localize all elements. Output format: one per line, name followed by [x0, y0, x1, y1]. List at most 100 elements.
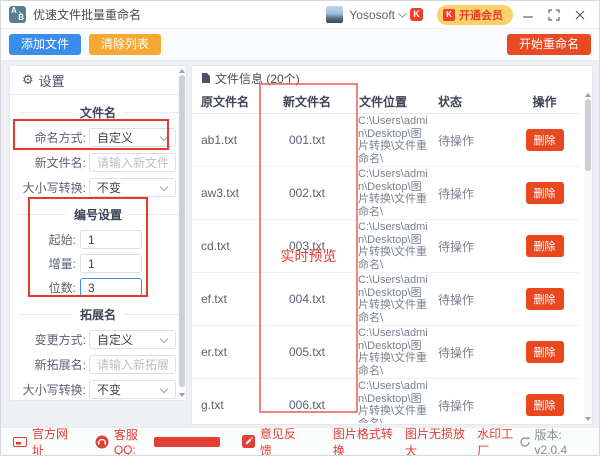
action-cell: 删除: [510, 341, 579, 363]
naming-method-select[interactable]: 自定义: [89, 128, 176, 147]
delete-button[interactable]: 删除: [526, 129, 564, 151]
website-icon: [13, 436, 27, 448]
table-row: ab1.txt 001.txt C:\Users\admin\Desktop\图…: [192, 114, 579, 167]
new-filename-input[interactable]: [89, 153, 176, 172]
extension-case-select[interactable]: 不变: [89, 380, 176, 399]
file-location-cell: C:\Users\admin\Desktop\图片转换\文件重命名\: [358, 273, 430, 325]
delete-button[interactable]: 删除: [526, 341, 564, 363]
feedback-link[interactable]: 意见反馈: [242, 425, 299, 456]
vip-mini-icon: K: [443, 9, 455, 21]
feedback-icon: [242, 435, 255, 448]
scroll-up-icon[interactable]: [179, 69, 185, 73]
increment-input[interactable]: [80, 254, 142, 273]
new-filename-row: 新文件名:: [16, 153, 176, 172]
chevron-down-icon[interactable]: [398, 9, 406, 17]
close-icon: [574, 9, 586, 21]
settings-sidebar: ⚙ 设置 文件名 命名方式: 自定义 新文件名: 大小写转换: 不变: [9, 65, 187, 401]
delete-button[interactable]: 删除: [526, 288, 564, 310]
status-cell: 待操作: [430, 344, 510, 361]
table-row: aw3.txt 002.txt C:\Users\admin\Desktop\图…: [192, 167, 579, 220]
panel-title-bar: 文件信息 (20个): [192, 66, 592, 90]
change-method-select[interactable]: 自定义: [89, 330, 176, 349]
close-button[interactable]: [569, 4, 591, 26]
add-files-button[interactable]: 添加文件: [9, 34, 81, 55]
status-cell: 待操作: [430, 397, 510, 414]
new-filename-cell: 002.txt: [256, 186, 358, 200]
file-location-cell: C:\Users\admin\Desktop\图片转换\文件重命名\: [358, 379, 430, 423]
divider: [18, 112, 72, 113]
redacted-qq-number: [154, 437, 219, 447]
toolbar: 添加文件 清除列表 开始重命名: [1, 29, 599, 61]
delete-button[interactable]: 删除: [526, 182, 564, 204]
col-original-name: 原文件名: [192, 93, 256, 110]
status-cell: 待操作: [430, 185, 510, 202]
filename-case-row: 大小写转换: 不变: [16, 178, 176, 197]
divider: [18, 314, 72, 315]
scroll-down-icon[interactable]: [179, 393, 185, 397]
numbering-section-title: 编号设置: [18, 206, 178, 223]
panel-title: 文件信息 (20个): [215, 70, 300, 87]
col-status: 状态: [430, 93, 510, 110]
headset-icon: [95, 435, 109, 449]
original-filename-cell: er.txt: [192, 345, 256, 359]
official-site-link[interactable]: 官方网址: [13, 425, 71, 456]
filename-case-select[interactable]: 不变: [89, 178, 176, 197]
maximize-icon: [548, 9, 560, 21]
app-logo-icon: A↘B: [9, 6, 26, 23]
status-cell: 待操作: [430, 132, 510, 149]
table-scrollbar[interactable]: [584, 91, 592, 423]
action-cell: 删除: [510, 182, 579, 204]
original-filename-cell: aw3.txt: [192, 186, 256, 200]
extension-section-title: 拓展名: [18, 306, 178, 323]
increment-label: 增量:: [42, 255, 76, 272]
start-number-label: 起始:: [42, 231, 76, 248]
scroll-up-icon[interactable]: [585, 93, 591, 97]
chevron-down-icon: [160, 133, 168, 141]
footer: 官方网址 客服QQ: 意见反馈 图片格式转换 图片无损放大 水印工厂 版本: v…: [1, 427, 599, 455]
new-filename-label: 新文件名:: [16, 154, 86, 171]
version-label: 版本: v2.0.4: [535, 426, 587, 456]
scroll-down-icon[interactable]: [585, 417, 591, 421]
start-number-input[interactable]: [80, 230, 142, 249]
original-filename-cell: cd.txt: [192, 239, 256, 253]
minimize-button[interactable]: [517, 4, 539, 26]
clear-list-button[interactable]: 清除列表: [89, 34, 161, 55]
format-convert-link[interactable]: 图片格式转换: [333, 425, 395, 456]
table-scroll-thumb[interactable]: [585, 99, 591, 171]
original-filename-cell: ab1.txt: [192, 133, 256, 147]
table-header-row: 原文件名 新文件名 文件位置 状态 操作: [192, 90, 579, 114]
settings-header: ⚙ 设置: [10, 66, 186, 95]
filename-case-label: 大小写转换:: [16, 179, 86, 196]
digits-input[interactable]: [80, 278, 142, 297]
original-filename-cell: ef.txt: [192, 292, 256, 306]
delete-button[interactable]: 删除: [526, 235, 564, 257]
new-extension-label: 新拓展名:: [16, 356, 86, 373]
lossless-enlarge-link[interactable]: 图片无损放大: [405, 425, 467, 456]
watermark-factory-link[interactable]: 水印工厂: [477, 425, 518, 456]
version-check[interactable]: 版本: v2.0.4: [519, 426, 587, 456]
status-cell: 待操作: [430, 238, 510, 255]
maximize-button[interactable]: [543, 4, 565, 26]
action-cell: 删除: [510, 288, 579, 310]
sidebar-scroll-thumb[interactable]: [179, 75, 185, 387]
start-number-row: 起始:: [42, 230, 176, 249]
delete-button[interactable]: 删除: [526, 394, 564, 416]
new-extension-row: 新拓展名:: [16, 355, 176, 374]
new-filename-cell: 006.txt: [256, 398, 358, 412]
file-location-cell: C:\Users\admin\Desktop\图片转换\文件重命名\: [358, 114, 430, 166]
new-filename-cell: 003.txt: [256, 239, 358, 253]
new-extension-input[interactable]: [89, 355, 176, 374]
divider: [130, 214, 178, 215]
support-qq-link[interactable]: 客服QQ:: [95, 426, 220, 456]
sidebar-scrollbar[interactable]: [178, 67, 186, 399]
open-vip-button[interactable]: K 开通会员: [437, 5, 513, 25]
user-avatar[interactable]: [326, 6, 343, 23]
chevron-down-icon: [160, 385, 168, 393]
settings-title: 设置: [39, 71, 65, 90]
digits-row: 位数:: [42, 278, 176, 297]
start-rename-button[interactable]: 开始重命名: [507, 34, 591, 55]
file-info-panel: 文件信息 (20个) 原文件名 新文件名 文件位置 状态 操作 ab1.txt …: [191, 65, 593, 425]
filename-section-title: 文件名: [18, 104, 178, 121]
account-name[interactable]: Yososoft: [349, 8, 395, 22]
divider: [124, 314, 178, 315]
